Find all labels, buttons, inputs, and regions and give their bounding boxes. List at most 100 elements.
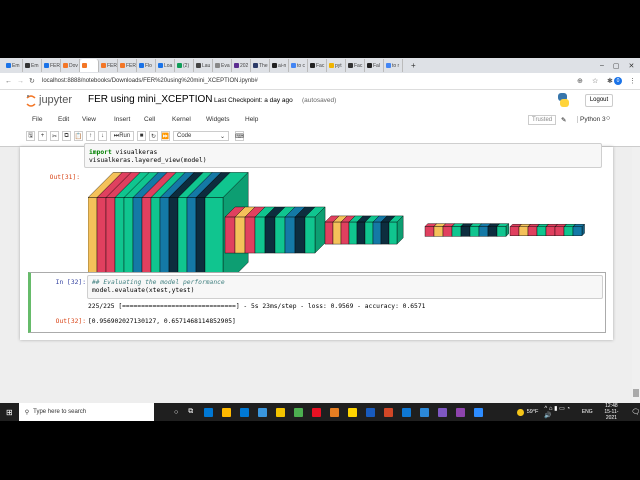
restart-run-all-icon[interactable]: ⏩	[161, 131, 170, 141]
zoom-icon[interactable]: ⊕	[577, 77, 583, 85]
forward-icon[interactable]: →	[17, 78, 24, 85]
taskbar-app-icon[interactable]	[221, 407, 231, 417]
reload-icon[interactable]: ↻	[29, 77, 35, 85]
trusted-badge[interactable]: Trusted	[528, 115, 557, 125]
cortana-icon[interactable]: ○	[174, 409, 178, 416]
menu-widgets[interactable]: Widgets	[206, 116, 245, 123]
browser-tab[interactable]: FER	[42, 59, 61, 72]
layer-block	[123, 197, 134, 272]
browser-tab[interactable]: Lau	[194, 59, 213, 72]
taskbar-app-icon[interactable]	[419, 407, 429, 417]
browser-tab[interactable]: The	[251, 59, 270, 72]
close-icon[interactable]: ✕	[629, 62, 635, 70]
taskbar-app-icon[interactable]	[275, 407, 285, 417]
menu-insert[interactable]: Insert	[114, 116, 144, 123]
taskbar-app-icon[interactable]	[203, 407, 213, 417]
menu-edit[interactable]: Edit	[58, 116, 82, 123]
notebook-container: import visualkeras visualkeras.layered_v…	[20, 143, 613, 340]
insert-cell-icon[interactable]: +	[38, 131, 47, 141]
browser-tab[interactable]: to r	[384, 59, 403, 72]
out-prompt-31: Out[31]:	[49, 174, 80, 181]
code-cell-input-31[interactable]: import visualkeras visualkeras.layered_v…	[84, 143, 602, 168]
browser-tab[interactable]: to c	[289, 59, 308, 72]
command-palette-icon[interactable]: ⌨	[235, 131, 244, 141]
taskbar-app-icon[interactable]	[365, 407, 375, 417]
browser-tab[interactable]: Fac	[308, 59, 327, 72]
browser-tab[interactable]: Loa	[156, 59, 175, 72]
browser-tab[interactable]: ai-n	[270, 59, 289, 72]
menu-help[interactable]: Help	[245, 116, 275, 123]
url-input[interactable]: localhost:8888/notebooks/Downloads/FER%2…	[42, 78, 258, 84]
weather-icon[interactable]	[517, 408, 524, 416]
taskbar-app-icon[interactable]	[401, 407, 411, 417]
back-icon[interactable]: ←	[5, 78, 12, 85]
tray-icons[interactable]: ^ ⌂ ▮ ▭ ◔ 🔊	[544, 405, 576, 419]
save-icon[interactable]: 🖫	[26, 131, 35, 141]
taskbar-search[interactable]: ⚲ Type here to search	[18, 403, 154, 421]
clock[interactable]: 12:48 15-11-2021	[600, 403, 623, 421]
browser-tab[interactable]: 202	[232, 59, 251, 72]
move-down-icon[interactable]: ↓	[98, 131, 107, 141]
browser-tab[interactable]: FER	[99, 59, 118, 72]
page-scrollbar[interactable]	[632, 147, 640, 403]
menu-kernel[interactable]: Kernel	[172, 116, 206, 123]
weather-temp[interactable]: 59°F	[527, 409, 539, 415]
browser-tab[interactable]: Eva	[213, 59, 232, 72]
minimize-icon[interactable]: –	[600, 62, 604, 69]
layer-block	[195, 197, 206, 272]
menu-kebab-icon[interactable]: ⋮	[629, 77, 636, 85]
browser-tab[interactable]: Flo	[137, 59, 156, 72]
taskbar-app-icon[interactable]	[311, 407, 321, 417]
logout-button[interactable]: Logout	[585, 94, 613, 107]
taskbar-app-icon[interactable]	[293, 407, 303, 417]
browser-tab[interactable]: (2)	[175, 59, 194, 72]
taskbar-app-icon[interactable]	[329, 407, 339, 417]
jupyter-logo-text[interactable]: jupyter	[39, 94, 72, 106]
taskbar-app-icon[interactable]	[455, 407, 465, 417]
layer-block	[496, 226, 507, 237]
taskbar-app-icon[interactable]	[347, 407, 357, 417]
cell-type-select[interactable]: Code ⌄	[173, 131, 229, 141]
restart-icon[interactable]: ↻	[149, 131, 158, 141]
move-up-icon[interactable]: ↑	[86, 131, 95, 141]
cut-icon[interactable]: ✂	[50, 131, 59, 141]
windows-start-icon[interactable]: ⊞	[6, 408, 13, 417]
copy-icon[interactable]: ⧉	[62, 131, 71, 141]
window-controls[interactable]: – ▢ ✕	[600, 58, 640, 73]
menu-view[interactable]: View	[82, 116, 114, 123]
browser-tab[interactable]: Em	[4, 59, 23, 72]
extensions-icon[interactable]: ✱	[607, 77, 613, 85]
browser-tab[interactable]: Dov	[61, 59, 80, 72]
in-prompt-32: In [32]:	[55, 279, 86, 286]
browser-tab[interactable]: Em	[23, 59, 42, 72]
menu-file[interactable]: File	[32, 116, 58, 123]
taskbar-app-icon[interactable]	[257, 407, 267, 417]
taskbar-app-icon[interactable]	[239, 407, 249, 417]
browser-tab[interactable]: Fac	[346, 59, 365, 72]
new-tab-button[interactable]: +	[411, 61, 416, 70]
scroll-thumb[interactable]	[633, 389, 639, 397]
bookmark-star-icon[interactable]: ☆	[592, 77, 598, 85]
task-view-icon[interactable]: ⧉	[188, 408, 193, 416]
taskbar-app-icon[interactable]	[437, 407, 447, 417]
taskbar-app-icon[interactable]	[383, 407, 393, 417]
edit-pencil-icon[interactable]: ✎	[561, 116, 566, 124]
notifications-icon[interactable]: 🗨	[631, 408, 640, 416]
language-indicator[interactable]: ENG	[582, 409, 593, 415]
run-button[interactable]: ⏭ Run	[110, 131, 134, 141]
code-cell-input-32[interactable]: ## Evaluating the model performance mode…	[87, 275, 603, 299]
browser-tab[interactable]: Fal	[365, 59, 384, 72]
maximize-icon[interactable]: ▢	[613, 62, 620, 70]
browser-tab[interactable]: pyt	[327, 59, 346, 72]
profile-avatar[interactable]: 0	[614, 77, 622, 85]
layer-block	[264, 216, 276, 254]
notebook-title[interactable]: FER using mini_XCEPTION	[88, 94, 212, 105]
menu-cell[interactable]: Cell	[144, 116, 172, 123]
layer-block	[141, 197, 152, 272]
browser-tab[interactable]: FER	[118, 59, 137, 72]
browser-tab[interactable]	[80, 59, 99, 72]
code-cell-32[interactable]: In [32]: ## Evaluating the model perform…	[28, 272, 606, 333]
paste-icon[interactable]: 📋	[74, 131, 83, 141]
interrupt-icon[interactable]: ■	[137, 131, 146, 141]
taskbar-app-icon[interactable]	[473, 407, 483, 417]
